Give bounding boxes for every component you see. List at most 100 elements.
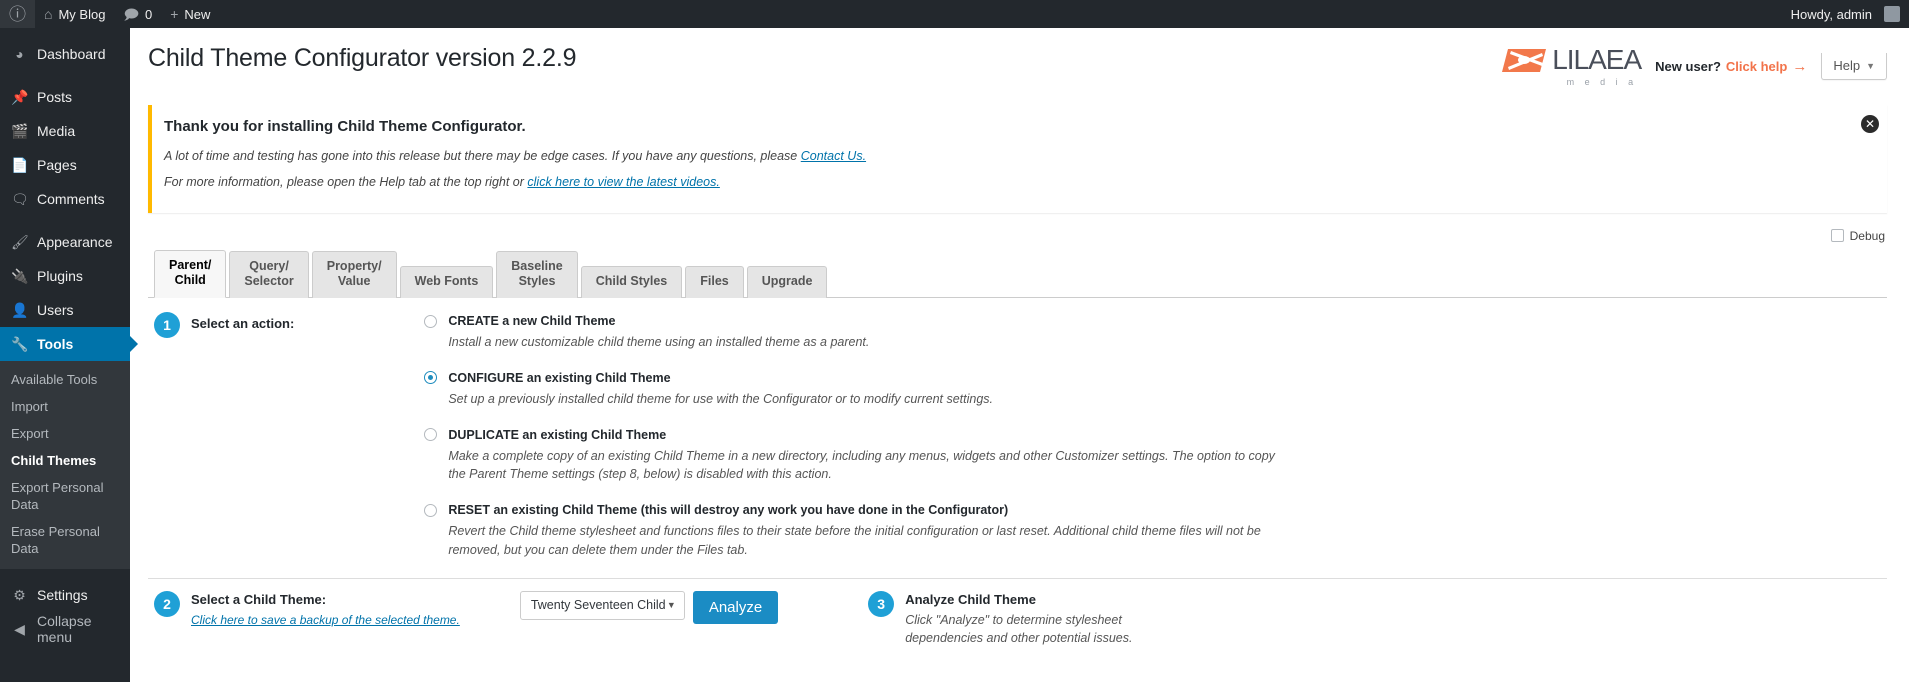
close-icon[interactable]: ✕ xyxy=(1861,115,1879,133)
sidebar-item-plugins[interactable]: 🔌 Plugins xyxy=(0,259,130,293)
submenu-item-export[interactable]: Export xyxy=(0,420,130,447)
sidebar-item-posts[interactable]: 📌 Posts xyxy=(0,80,130,114)
sidebar-item-tools[interactable]: 🔧 Tools xyxy=(0,327,130,361)
new-user-help-prompt[interactable]: New user? Click help → xyxy=(1655,58,1807,75)
step-3-badge: 3 xyxy=(868,591,894,617)
radio-duplicate[interactable] xyxy=(424,428,437,441)
sidebar-item-pages[interactable]: 📄 Pages xyxy=(0,148,130,182)
sidebar-item-appearance[interactable]: 🖌 Appearance xyxy=(0,225,130,259)
new-content-menu[interactable]: + New xyxy=(161,0,219,28)
menu-separator-1 xyxy=(0,71,130,80)
tab-line-2: Selector xyxy=(244,274,293,290)
comments-count: 0 xyxy=(145,7,152,22)
latest-videos-link[interactable]: click here to view the latest videos. xyxy=(527,175,719,189)
tab-baseline-styles[interactable]: Baseline Styles xyxy=(496,251,577,298)
help-button-label: Help xyxy=(1833,58,1860,73)
analyze-button[interactable]: Analyze xyxy=(693,591,778,624)
collapse-menu-button[interactable]: ◀ Collapse menu xyxy=(0,612,130,646)
menu-spacer-top xyxy=(0,28,130,37)
user-icon: 👤 xyxy=(11,303,28,317)
step-2-badge: 2 xyxy=(154,591,180,617)
option-title: RESET an existing Child Theme (this will… xyxy=(448,503,1008,517)
menu-separator-3 xyxy=(0,569,130,578)
radio-configure[interactable] xyxy=(424,371,437,384)
theme-selector-group: Twenty Seventeen Child ▼ Analyze xyxy=(520,591,778,624)
wordpress-logo-menu[interactable]: ⓘ xyxy=(0,0,35,28)
backup-theme-link[interactable]: Click here to save a backup of the selec… xyxy=(191,613,460,627)
submenu-item-import[interactable]: Import xyxy=(0,393,130,420)
option-title: CREATE a new Child Theme xyxy=(448,314,615,328)
chevron-down-icon: ▼ xyxy=(667,600,676,610)
tab-files[interactable]: Files xyxy=(685,266,744,298)
plus-icon: + xyxy=(170,7,178,21)
chevron-down-icon: ▼ xyxy=(1866,61,1875,71)
option-create[interactable]: CREATE a new Child Theme Install a new c… xyxy=(424,314,1887,352)
tab-upgrade[interactable]: Upgrade xyxy=(747,266,828,298)
radio-reset[interactable] xyxy=(424,504,437,517)
child-theme-select[interactable]: Twenty Seventeen Child ▼ xyxy=(520,591,685,620)
install-notice: Thank you for installing Child Theme Con… xyxy=(148,105,1887,213)
step-1-row: 1 Select an action: CREATE a new Child T… xyxy=(154,312,1887,560)
pages-icon: 📄 xyxy=(11,158,28,172)
tools-submenu: Available Tools Import Export Child Them… xyxy=(0,361,130,569)
pin-icon: 📌 xyxy=(11,90,28,104)
notice-line-2-text: For more information, please open the He… xyxy=(164,175,527,189)
sidebar-item-media[interactable]: 🎬 Media xyxy=(0,114,130,148)
sidebar-item-settings[interactable]: ⚙ Settings xyxy=(0,578,130,612)
plug-icon: 🔌 xyxy=(11,269,28,283)
tab-line-1: Files xyxy=(700,274,729,288)
help-tab-button[interactable]: Help ▼ xyxy=(1821,53,1887,80)
tab-child-styles[interactable]: Child Styles xyxy=(581,266,683,298)
submenu-item-export-personal-data[interactable]: Export Personal Data xyxy=(0,474,130,518)
lilaea-media-logo: LILAEA m e d i a xyxy=(1502,46,1641,87)
menu-separator-2 xyxy=(0,216,130,225)
tab-query-selector[interactable]: Query/ Selector xyxy=(229,251,308,298)
sidebar-item-dashboard[interactable]: ◕ Dashboard xyxy=(0,37,130,71)
notice-heading: Thank you for installing Child Theme Con… xyxy=(164,116,1875,137)
sidebar-label: Comments xyxy=(37,191,105,207)
howdy-label: Howdy, admin xyxy=(1791,7,1872,22)
tab-line-1: Parent/ xyxy=(169,258,211,272)
tab-line-1: Baseline xyxy=(511,259,562,273)
tab-web-fonts[interactable]: Web Fonts xyxy=(400,266,494,298)
sidebar-item-comments[interactable]: 🗨 Comments xyxy=(0,182,130,216)
admin-sidebar: ◕ Dashboard 📌 Posts 🎬 Media 📄 Pages 🗨 Co… xyxy=(0,28,130,682)
debug-checkbox[interactable] xyxy=(1831,229,1844,242)
submenu-item-child-themes[interactable]: Child Themes xyxy=(0,447,130,474)
step-2-3-section: 2 Select a Child Theme: Click here to sa… xyxy=(148,579,1887,647)
tab-line-1: Upgrade xyxy=(762,274,813,288)
header-right: LILAEA m e d i a New user? Click help → … xyxy=(1502,42,1887,87)
click-help-link[interactable]: Click help xyxy=(1726,59,1787,74)
option-reset[interactable]: RESET an existing Child Theme (this will… xyxy=(424,503,1887,560)
contact-us-link[interactable]: Contact Us. xyxy=(801,149,866,163)
sidebar-label: Pages xyxy=(37,157,77,173)
new-label: New xyxy=(184,7,210,22)
option-description: Install a new customizable child theme u… xyxy=(448,333,1283,352)
sidebar-label: Dashboard xyxy=(37,46,106,62)
step-2-title: Select a Child Theme: xyxy=(191,592,460,607)
submenu-item-available-tools[interactable]: Available Tools xyxy=(0,366,130,393)
my-account-menu[interactable]: Howdy, admin xyxy=(1782,0,1909,28)
option-description: Set up a previously installed child them… xyxy=(448,390,1283,409)
submenu-item-erase-personal-data[interactable]: Erase Personal Data xyxy=(0,518,130,562)
tab-property-value[interactable]: Property/ Value xyxy=(312,251,397,298)
media-icon: 🎬 xyxy=(11,124,28,138)
sidebar-item-users[interactable]: 👤 Users xyxy=(0,293,130,327)
option-title: DUPLICATE an existing Child Theme xyxy=(448,428,666,442)
debug-label[interactable]: Debug xyxy=(1850,229,1885,243)
tab-parent-child[interactable]: Parent/ Child xyxy=(154,250,226,298)
option-configure[interactable]: CONFIGURE an existing Child Theme Set up… xyxy=(424,371,1887,409)
step-2-block: 2 Select a Child Theme: Click here to sa… xyxy=(154,591,460,627)
debug-row: Debug xyxy=(148,229,1887,243)
radio-create[interactable] xyxy=(424,315,437,328)
option-description: Revert the Child theme stylesheet and fu… xyxy=(448,522,1283,560)
comments-menu[interactable]: 🗩 0 xyxy=(114,0,161,28)
collapse-label: Collapse menu xyxy=(37,613,130,645)
notice-line-2: For more information, please open the He… xyxy=(164,173,1875,192)
option-duplicate[interactable]: DUPLICATE an existing Child Theme Make a… xyxy=(424,428,1887,485)
step-3-title: Analyze Child Theme xyxy=(905,592,1135,607)
dashboard-icon: ◕ xyxy=(11,47,28,61)
step-1-badge: 1 xyxy=(154,312,180,338)
option-title: CONFIGURE an existing Child Theme xyxy=(448,371,670,385)
site-name-menu[interactable]: ⌂ My Blog xyxy=(35,0,114,28)
